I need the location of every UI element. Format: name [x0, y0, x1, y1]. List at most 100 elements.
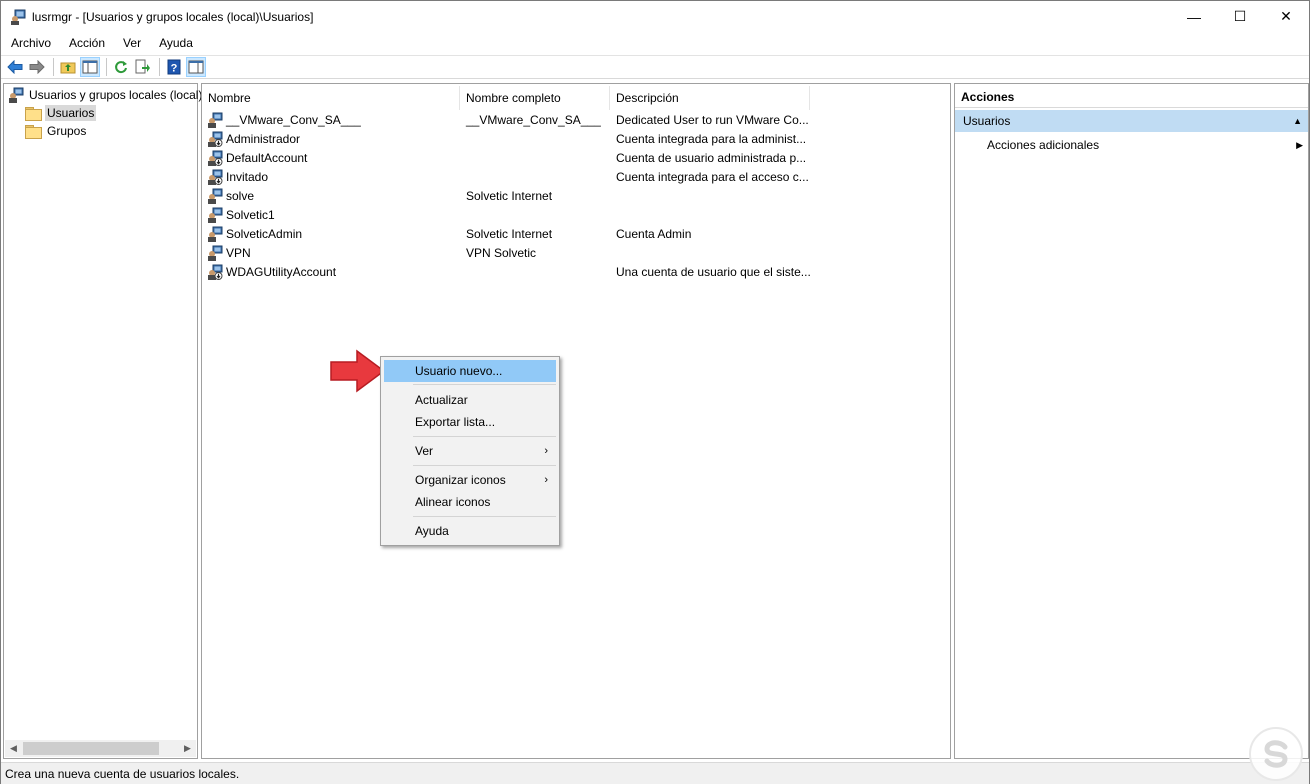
cell-nombre-completo: Solvetic Internet: [466, 188, 553, 203]
title-bar[interactable]: lusrmgr - [Usuarios y grupos locales (lo…: [1, 1, 1309, 32]
scrollbar-thumb[interactable]: [23, 742, 159, 755]
cell-nombre: __VMware_Conv_SA___: [202, 112, 460, 128]
user-name: VPN: [226, 245, 251, 260]
actions-item-acciones-adicionales[interactable]: Acciones adicionales ▶: [987, 136, 1305, 154]
toolbar-separator: [106, 58, 107, 76]
ctx-ver[interactable]: Ver ›: [384, 440, 556, 462]
scroll-left-arrow-icon[interactable]: ◀: [5, 740, 22, 757]
tree-item-grupos[interactable]: Grupos: [25, 122, 88, 140]
context-menu: Usuario nuevo... Actualizar Exportar lis…: [380, 356, 560, 546]
menu-bar: Archivo Acción Ver Ayuda: [1, 32, 1309, 54]
column-header-nombre-completo[interactable]: Nombre completo: [460, 86, 610, 110]
forward-arrow-icon[interactable]: [27, 57, 47, 77]
cell-descripcion: Cuenta integrada para la administ...: [616, 131, 807, 146]
user-name: DefaultAccount: [226, 150, 308, 165]
ctx-organizar-iconos[interactable]: Organizar iconos ›: [384, 469, 556, 491]
user-name: Solvetic1: [226, 207, 275, 222]
tree-item-label: Grupos: [47, 124, 87, 138]
ctx-ver-label: Ver: [415, 444, 434, 458]
user-icon: [207, 226, 223, 242]
tree-root[interactable]: Usuarios y grupos locales (local): [8, 86, 204, 104]
show-hide-tree-icon[interactable]: [80, 57, 100, 77]
ctx-usuario-nuevo[interactable]: Usuario nuevo...: [384, 360, 556, 382]
up-folder-icon[interactable]: [58, 57, 78, 77]
svg-text:?: ?: [171, 63, 178, 75]
tree-item-usuarios[interactable]: Usuarios: [25, 104, 97, 122]
tree-horizontal-scrollbar[interactable]: ◀ ▶: [5, 740, 196, 757]
submenu-arrow-icon: ›: [544, 445, 548, 457]
show-hide-action-pane-icon[interactable]: [186, 57, 206, 77]
actions-item-label: Acciones adicionales: [987, 138, 1100, 152]
ctx-actualizar[interactable]: Actualizar: [384, 389, 556, 411]
user-icon: [207, 188, 223, 204]
solvetic-logo-icon: [1249, 727, 1303, 781]
actions-title: Acciones: [955, 86, 1308, 108]
ctx-organizar-label: Organizar iconos: [415, 473, 506, 487]
table-row[interactable]: Administrador Cuenta integrada para la ad…: [202, 129, 950, 148]
tree-root-label: Usuarios y grupos locales (local): [29, 88, 203, 102]
column-header-nombre[interactable]: Nombre: [202, 86, 460, 110]
cell-descripcion: Una cuenta de usuario que el siste...: [616, 264, 810, 279]
close-button[interactable]: ✕: [1263, 1, 1309, 32]
user-name: __VMware_Conv_SA___: [226, 112, 361, 127]
user-icon: [207, 207, 223, 223]
menu-separator: [413, 465, 556, 466]
column-header-descripcion[interactable]: Descripción: [610, 86, 810, 110]
maximize-button[interactable]: ☐: [1217, 1, 1263, 32]
tree-item-label: Usuarios: [45, 105, 97, 121]
table-row[interactable]: __VMware_Conv_SA___ __VMware_Conv_SA___ De…: [202, 110, 950, 129]
window-title: lusrmgr - [Usuarios y grupos locales (lo…: [32, 9, 314, 24]
table-row[interactable]: VPN VPN Solvetic: [202, 243, 950, 262]
menu-ver[interactable]: Ver: [114, 33, 149, 53]
menu-separator: [413, 436, 556, 437]
actions-section-usuarios[interactable]: Usuarios ▲: [955, 110, 1308, 132]
cell-nombre: VPN: [202, 245, 460, 261]
menu-accion[interactable]: Acción: [60, 33, 113, 53]
export-list-icon[interactable]: [133, 57, 153, 77]
mmc-window: lusrmgr - [Usuarios y grupos locales (lo…: [0, 0, 1310, 784]
actions-pane: Acciones Usuarios ▲ Acciones adicionales…: [954, 83, 1309, 759]
ctx-alinear-iconos[interactable]: Alinear iconos: [384, 491, 556, 513]
collapse-up-icon[interactable]: ▲: [1293, 110, 1302, 132]
computer-users-icon: [8, 87, 24, 103]
user-icon: [207, 112, 223, 128]
ctx-ayuda[interactable]: Ayuda: [384, 520, 556, 542]
table-row[interactable]: DefaultAccount Cuenta de usuario administ…: [202, 148, 950, 167]
cell-nombre-completo: Solvetic Internet: [466, 226, 553, 241]
table-row[interactable]: SolveticAdmin Solvetic Internet Cuenta Adm…: [202, 224, 950, 243]
console-tree-pane: Usuarios y grupos locales (local) Usuari…: [3, 83, 202, 759]
cell-nombre: SolveticAdmin: [202, 226, 460, 242]
menu-separator: [413, 516, 556, 517]
menu-archivo[interactable]: Archivo: [2, 33, 59, 53]
cell-nombre: WDAGUtilityAccount: [202, 264, 460, 280]
table-row[interactable]: Solvetic1: [202, 205, 950, 224]
table-row[interactable]: Invitado Cuenta integrada para el acceso …: [202, 167, 950, 186]
toolbar-separator: [159, 58, 160, 76]
cell-descripcion: Dedicated User to run VMware Co...: [616, 112, 809, 127]
refresh-icon[interactable]: [111, 57, 131, 77]
submenu-arrow-icon: ›: [544, 474, 548, 486]
user-name: Invitado: [226, 169, 269, 184]
menu-ayuda[interactable]: Ayuda: [150, 33, 201, 53]
folder-icon: [25, 106, 42, 121]
cell-descripcion: Cuenta integrada para el acceso c...: [616, 169, 809, 184]
table-row[interactable]: WDAGUtilityAccount Una cuenta de usuario …: [202, 262, 950, 281]
cell-descripcion: Cuenta Admin: [616, 226, 692, 241]
cell-nombre: solve: [202, 188, 460, 204]
back-arrow-icon[interactable]: [5, 57, 25, 77]
table-row[interactable]: solve Solvetic Internet: [202, 186, 950, 205]
disabled-user-icon: [207, 131, 223, 147]
lusrmgr-app-icon[interactable]: [10, 9, 26, 25]
actions-section-label: Usuarios: [963, 114, 1011, 128]
disabled-user-icon: [207, 264, 223, 280]
status-bar: Crea una nueva cuenta de usuarios locale…: [1, 762, 1309, 784]
cell-nombre: Solvetic1: [202, 207, 460, 223]
list-header: Nombre Nombre completo Descripción: [202, 86, 950, 110]
disabled-user-icon: [207, 150, 223, 166]
ctx-exportar-lista[interactable]: Exportar lista...: [384, 411, 556, 433]
user-name: Administrador: [226, 131, 301, 146]
scroll-right-arrow-icon[interactable]: ▶: [179, 740, 196, 757]
minimize-button[interactable]: —: [1171, 1, 1217, 32]
user-icon: [207, 245, 223, 261]
help-icon[interactable]: ?: [164, 57, 184, 77]
